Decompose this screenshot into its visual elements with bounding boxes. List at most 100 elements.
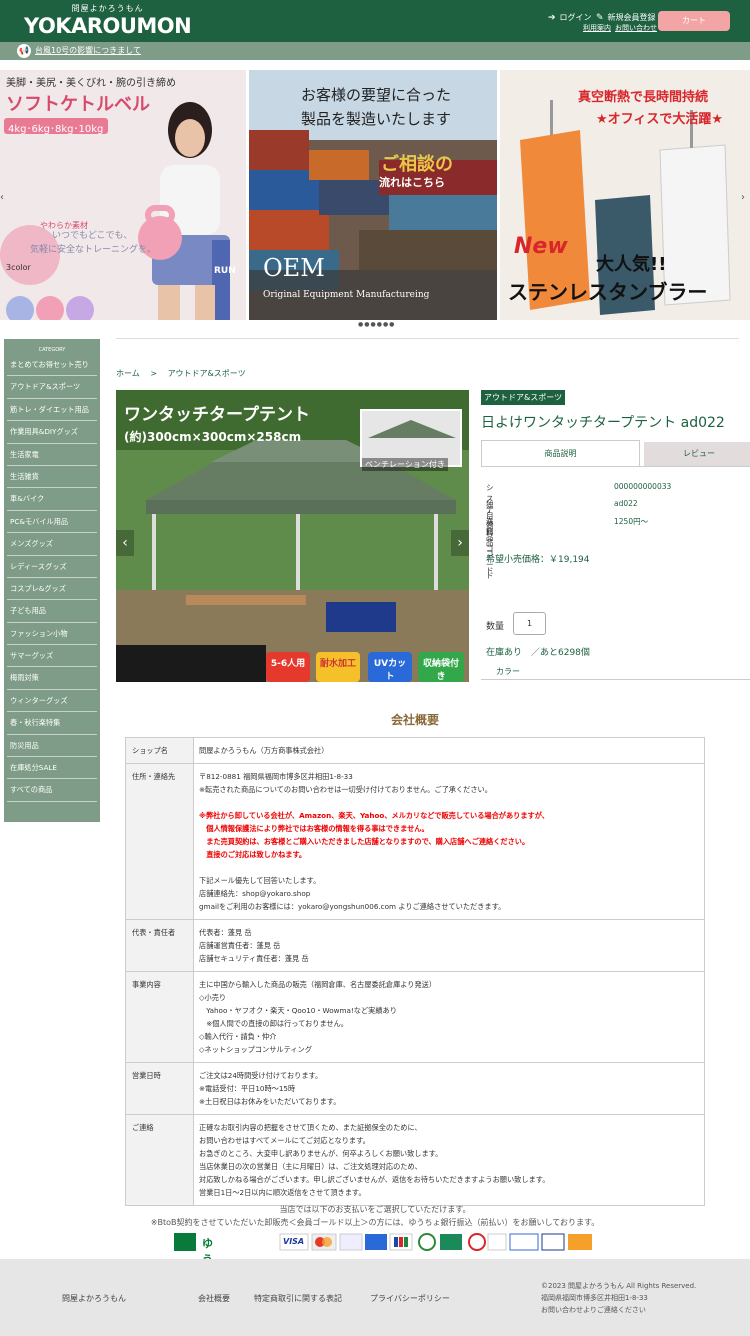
banner-pagination-dots[interactable]: ●●●●●● [358,321,395,328]
image-badge4: 収納袋付き [422,659,459,682]
mail-line: 店舗連絡先：shop@yokaro.shop [199,889,311,898]
table-row: 事業内容 主に中国から輸入した商品の販売（福岡倉庫、名古屋委託倉庫より発送） ◇… [125,971,705,1063]
tab-description[interactable]: 商品説明 [481,440,640,466]
banner1-weights: 4kg･6kg･8kg･10kg [8,124,104,135]
table-row: ショップ名 問屋よかろうもん（万方商事株式会社） [125,737,705,764]
banner1-copy2: 気軽に安全なトレーニングを。 [30,245,157,255]
sidebar-item[interactable]: 生活雑貨 [7,466,97,489]
product-image[interactable]: ワンタッチタープテント (約)300cm×300cm×258cm ベンチレーショ… [116,390,469,682]
banner2-line1: お客様の要望に合った [301,86,452,104]
sidebar-item[interactable]: アウトドア&スポーツ [7,376,97,399]
footer-shop-link[interactable]: 問屋よかろうもん [62,1293,126,1304]
address-line: 〒812-0881 福岡県福岡市博多区井相田1-8-33 [199,772,353,781]
login-link[interactable]: ➔ ログイン [548,12,592,23]
site-logo[interactable]: 問屋よかろうもん YOKAROUMON [24,3,192,38]
row-value: 正確なお取引内容の把握をさせて頂くため、また証拠保全のために、 お問い合わせはす… [193,1114,705,1206]
cart-button[interactable]: カート [658,11,730,31]
payment-note: ※BtoB契約をさせていただいた卸販売＜会員ゴールド以上＞の方には、ゆうちょ銀行… [150,1218,600,1227]
hours-line: ※土日祝日はお休みをいただいております。 [199,1097,341,1106]
image-next-arrow[interactable]: › [451,530,469,556]
row-value: ご注文は24時間受け付けております。 ※電話受付：平日10時〜15時 ※土日祝日… [193,1062,705,1115]
row-label: 営業日時 [125,1062,194,1115]
image-title: ワンタッチタープテント [124,405,310,425]
banner1-colors: 3color [6,263,31,272]
biz-line: ◇小売り [199,993,227,1002]
notice-link[interactable]: 台風10号の影響につきまして [35,45,141,56]
guide-link[interactable]: 利用案内 [583,23,611,33]
register-link[interactable]: ✎ 新規会員登録 [596,12,656,23]
banner3-line1: 真空断熱で長時間持続 [578,90,709,105]
biz-line: ※個人間での直接の卸は行っておりません。 [199,1019,348,1028]
sidebar-item[interactable]: 作業用具&DIYグッズ [7,421,97,444]
footer-law-link[interactable]: 特定商取引に関する表記 [254,1293,342,1304]
breadcrumb: ホーム > アウトドア&スポーツ [116,368,246,379]
image-badge2: 耐水加工 [319,659,356,669]
payment-text: 当店では以下のお支払いをご選択していただけます。 [279,1205,471,1214]
contact-link[interactable]: お問い合わせ [615,23,657,33]
logo-title: YOKAROUMON [24,14,192,38]
banner-prev-arrow[interactable]: ‹ [0,192,8,204]
footer: 問屋よかろうもん 会社概要 特定商取引に関する表記 プライバシーポリシー ©20… [0,1259,750,1336]
sidebar-item[interactable]: すべての商品 [7,779,97,802]
table-row: 営業日時 ご注文は24時間受け付けております。 ※電話受付：平日10時〜15時 … [125,1062,705,1115]
breadcrumb-chevron-icon: > [150,369,158,378]
contact-line: お急ぎのところ、大変申し訳ありませんが、何卒よろしくお願い致します。 [199,1149,443,1158]
sidebar-item[interactable]: ウィンターグッズ [7,690,97,713]
quantity-input[interactable]: 1 [513,612,546,635]
banner3-popular: 大人気!! [596,254,667,275]
banner3-new: New [514,234,568,259]
banner1-run: RUN [214,266,236,276]
row-value: 主に中国から輸入した商品の販売（福岡倉庫、名古屋委託倉庫より発送） ◇小売り Y… [193,971,705,1063]
sidebar-item[interactable]: 防災用品 [7,735,97,758]
logo-subtitle: 問屋よかろうもん [71,4,144,13]
sidebar-item[interactable]: 子ども用品 [7,600,97,623]
row-label: 事業内容 [125,971,194,1063]
sidebar-item[interactable]: 車&バイク [7,488,97,511]
spec-value: ad022 [614,499,638,508]
sidebar-item[interactable]: 梅雨対策 [7,667,97,690]
biz-line: ◇輸入代行・請負・仲介 [199,1032,277,1041]
sidebar-item[interactable]: コスプレ&グッズ [7,578,97,601]
tab-review[interactable]: レビュー [644,442,750,466]
image-prev-arrow[interactable]: ‹ [116,530,134,556]
footer-contact: お問い合わせよりご連絡ください [541,1306,646,1314]
banner-oem[interactable]: お客様の要望に合った 製品を製造いたします ご相談の 流れはこちら OEM Or… [249,70,497,320]
banner1-copy1: いつでもどこでも、 [52,231,133,241]
footer-address: 福岡県福岡市博多区井相田1-8-33 [541,1294,648,1302]
row-label: ご連絡 [125,1114,194,1206]
row-value: 〒812-0881 福岡県福岡市博多区井相田1-8-33 ※転売された商品につい… [193,763,705,920]
sidebar-item[interactable]: 筋トレ・ダイエット用品 [7,399,97,422]
sidebar-item[interactable]: 生活家電 [7,444,97,466]
image-badge1: 5-6人用 [270,659,306,669]
edit-icon: ✎ [596,13,604,23]
product-title: 日よけワンタッチタープテント ad022 [481,415,725,431]
footer-privacy-link[interactable]: プライバシーポリシー [370,1293,450,1304]
banner3-line2: ★オフィスで大活躍★ [596,112,724,127]
row-value: 問屋よかろうもん（万方商事株式会社） [193,737,705,764]
company-title: 会社概要 [390,713,439,727]
biz-line: 主に中国から輸入した商品の販売（福岡倉庫、名古屋委託倉庫より発送） [199,980,437,989]
row-label: 住所・連絡先 [125,763,194,920]
banner-next-arrow[interactable]: › [741,192,749,204]
sidebar-item[interactable]: メンズグッズ [7,533,97,556]
warning-line: 個人情報保護法により弊社ではお客様の情報を得る事はできません。 [199,824,429,833]
banner2-line2: 製品を製造いたします [301,110,452,128]
sidebar-item[interactable]: PC&モバイル用品 [7,511,97,534]
sidebar-item[interactable]: 在庫処分SALE [7,757,97,780]
banner-kettlebell[interactable]: 美脚・美尻・美くびれ・腕の引き締め ソフトケトルベル 4kg･6kg･8kg･1… [0,70,246,320]
banner-tumbler[interactable]: 真空断熱で長時間持続 ★オフィスで大活躍★ New 大人気!! ステンレスタンブ… [500,70,750,320]
banner2-consult1: ご相談の [381,154,453,175]
sidebar-item[interactable]: サマーグッズ [7,645,97,668]
sidebar-item[interactable]: まとめてお得セット売り [7,354,97,377]
breadcrumb-home[interactable]: ホーム [116,369,140,378]
sidebar-item[interactable]: ファッション小物 [7,623,97,646]
stock-status: 在庫あり ／あと6298個 [486,648,590,658]
image-badge3: UVカット [373,659,407,682]
breadcrumb-category[interactable]: アウトドア&スポーツ [168,369,246,378]
footer-about-link[interactable]: 会社概要 [198,1293,230,1304]
hours-line: ※電話受付：平日10時〜15時 [199,1084,296,1093]
sidebar-item[interactable]: レディースグッズ [7,556,97,578]
product-category-badge[interactable]: アウトドア&スポーツ [481,390,566,405]
banner1-tagline: 美脚・美尻・美くびれ・腕の引き締め [6,78,176,89]
rep-line: 代表者：蓬見 岳 [199,928,252,937]
